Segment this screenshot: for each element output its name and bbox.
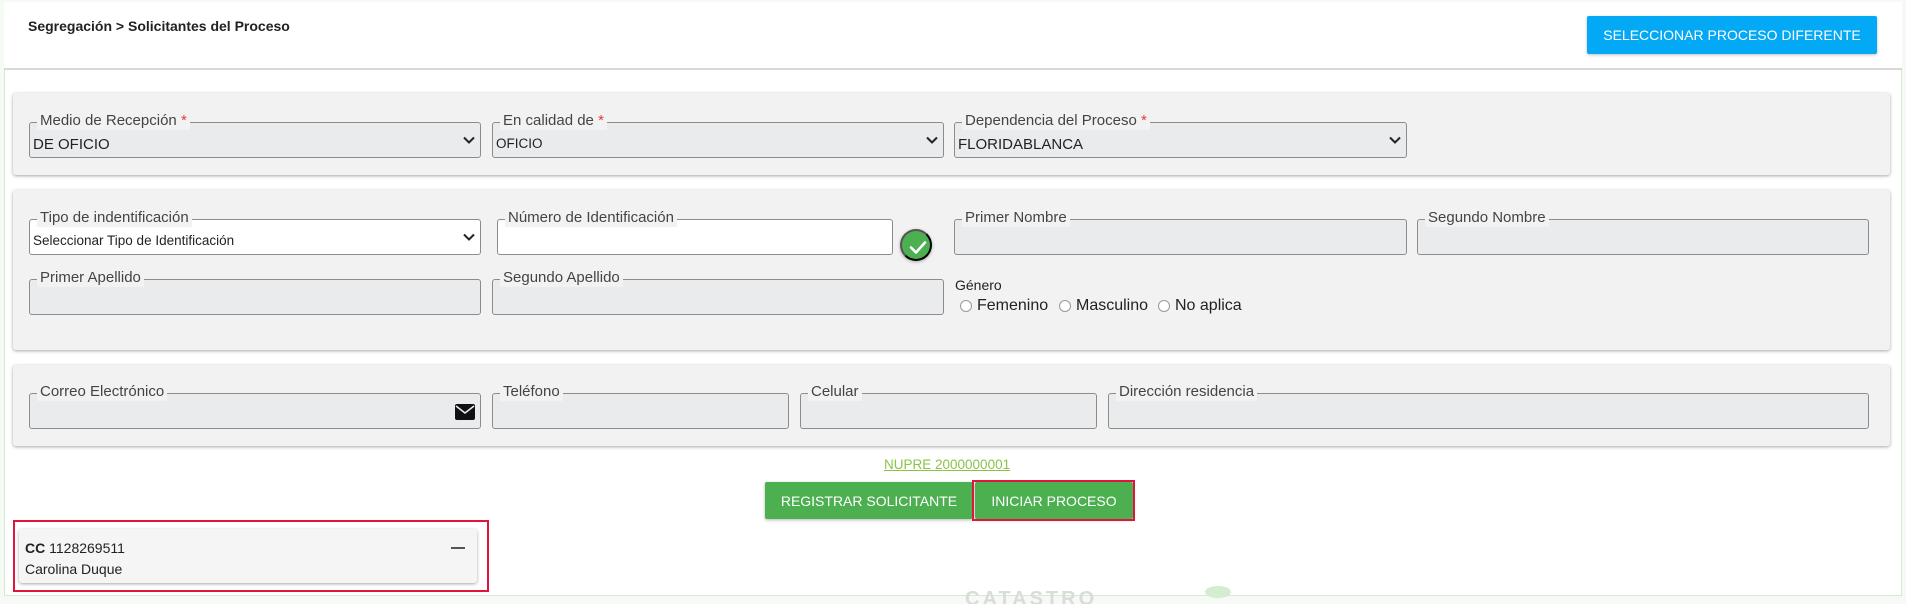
watermark-logo: [1205, 586, 1231, 598]
direccion-input[interactable]: Dirección residencia: [1108, 383, 1869, 429]
envelope-icon: [455, 404, 475, 420]
celular-label: Celular: [808, 383, 862, 401]
correo-label: Correo Electrónico: [37, 383, 168, 401]
calidad-value: OFICIO: [496, 136, 543, 151]
breadcrumb: Segregación > Solicitantes del Proceso: [28, 18, 290, 34]
primer-nombre-label: Primer Nombre: [962, 209, 1070, 227]
direccion-label: Dirección residencia: [1116, 383, 1258, 401]
register-applicant-button[interactable]: REGISTRAR SOLICITANTE: [765, 482, 973, 519]
segundo-apellido-input[interactable]: Segundo Apellido: [492, 269, 944, 315]
segundo-apellido-label: Segundo Apellido: [500, 269, 623, 287]
genero-option-no-aplica[interactable]: No aplica: [1158, 297, 1242, 315]
radio-no-aplica[interactable]: [1158, 300, 1170, 312]
genero-option-masculino[interactable]: Masculino: [1059, 297, 1148, 315]
radio-masculino[interactable]: [1059, 300, 1071, 312]
medio-recepcion-select[interactable]: Medio de Recepción * DE OFICIO: [29, 112, 481, 158]
nupre-link[interactable]: NUPRE 2000000001: [884, 457, 1010, 472]
radio-femenino[interactable]: [960, 300, 972, 312]
watermark-text: CATASTRO: [965, 588, 1098, 604]
telefono-input[interactable]: Teléfono: [492, 383, 789, 429]
primer-apellido-input[interactable]: Primer Apellido: [29, 269, 481, 315]
segundo-nombre-input[interactable]: Segundo Nombre: [1417, 209, 1869, 255]
start-process-highlight: [972, 480, 1135, 521]
calidad-label: En calidad de: [503, 112, 594, 129]
dependencia-select[interactable]: Dependencia del Proceso * FLORIDABLANCA: [954, 112, 1407, 158]
tipo-identificacion-label: Tipo de indentificación: [37, 209, 192, 227]
calidad-select[interactable]: En calidad de * OFICIO: [492, 112, 944, 158]
check-icon: [909, 241, 927, 254]
reception-card: Medio de Recepción * DE OFICIO En calida…: [13, 93, 1890, 175]
validate-id-button[interactable]: [900, 229, 932, 261]
primer-apellido-label: Primer Apellido: [37, 269, 144, 287]
chevron-down-icon: [926, 136, 938, 144]
chevron-down-icon: [463, 136, 475, 144]
numero-identificacion-input[interactable]: Número de Identificación: [497, 209, 893, 255]
contact-card: Correo Electrónico Teléfono Celular Dire…: [13, 365, 1890, 446]
tipo-identificacion-select[interactable]: Tipo de indentificación Seleccionar Tipo…: [29, 209, 481, 255]
genero-label: Género: [955, 277, 1002, 293]
dependencia-label: Dependencia del Proceso: [965, 112, 1137, 129]
genero-masculino-label: Masculino: [1076, 297, 1149, 314]
tipo-identificacion-value: Seleccionar Tipo de Identificación: [33, 233, 235, 248]
chevron-down-icon: [463, 233, 475, 241]
numero-identificacion-label: Número de Identificación: [505, 209, 677, 227]
chevron-down-icon: [1389, 136, 1401, 144]
genero-no-aplica-label: No aplica: [1175, 297, 1242, 314]
telefono-label: Teléfono: [500, 383, 563, 401]
select-different-process-button[interactable]: SELECCIONAR PROCESO DIFERENTE: [1587, 16, 1877, 54]
applicant-highlight: [13, 520, 489, 592]
primer-nombre-input[interactable]: Primer Nombre: [954, 209, 1407, 255]
genero-femenino-label: Femenino: [977, 297, 1049, 314]
identity-card: Tipo de indentificación Seleccionar Tipo…: [13, 190, 1890, 350]
page-header: Segregación > Solicitantes del Proceso S…: [4, 2, 1902, 70]
genero-option-femenino[interactable]: Femenino: [960, 297, 1048, 315]
segundo-nombre-label: Segundo Nombre: [1425, 209, 1549, 227]
dependencia-value: FLORIDABLANCA: [958, 136, 1084, 153]
medio-recepcion-value: DE OFICIO: [33, 136, 110, 153]
correo-input[interactable]: Correo Electrónico: [29, 383, 481, 429]
celular-input[interactable]: Celular: [800, 383, 1097, 429]
medio-recepcion-label: Medio de Recepción: [40, 112, 177, 129]
